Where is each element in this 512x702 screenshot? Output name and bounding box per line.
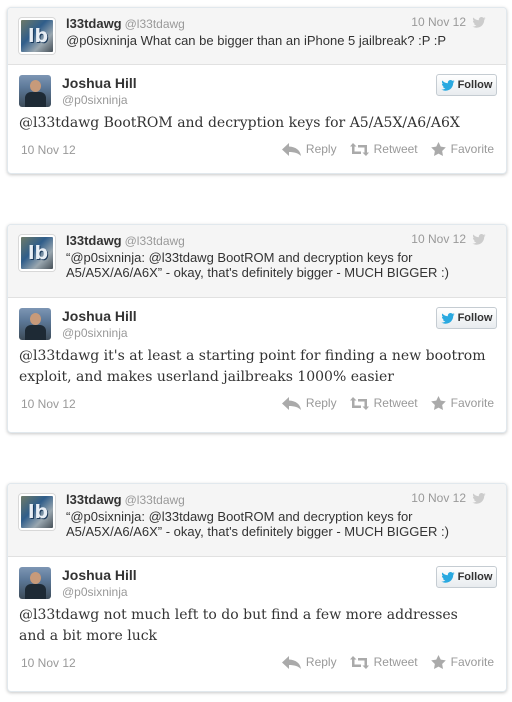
author-name[interactable]: Joshua Hill [62, 75, 137, 91]
retweet-label: Retweet [373, 396, 418, 410]
twitter-bird-icon [440, 312, 455, 324]
author-name[interactable]: Joshua Hill [62, 308, 137, 324]
twitter-bird-icon [440, 79, 455, 91]
tweet-text: @l33tdawg it's at least a starting point… [19, 348, 486, 385]
tweet-text: @l33tdawg not much left to do but find a… [19, 607, 458, 644]
reply-label: Reply [305, 655, 337, 669]
parent-author-name[interactable]: l33tdawg [66, 16, 122, 31]
main-tweet: Joshua Hill @p0sixninja Follow @l33tdawg… [8, 557, 506, 683]
reply-arrow-icon [281, 396, 301, 410]
reply-button[interactable]: Reply [281, 396, 337, 410]
reply-label: Reply [305, 396, 337, 410]
star-icon [430, 396, 446, 410]
author-avatar[interactable] [19, 75, 51, 107]
parent-tweet-date[interactable]: 10 Nov 12 [411, 15, 466, 29]
favorite-button[interactable]: Favorite [430, 396, 494, 410]
reply-button[interactable]: Reply [281, 142, 337, 156]
tweet-text: @l33tdawg BootROM and decryption keys fo… [19, 115, 460, 131]
author-avatar[interactable] [19, 567, 51, 599]
reply-label: Reply [305, 142, 337, 156]
star-icon [430, 655, 446, 669]
retweet-button[interactable]: Retweet [349, 396, 418, 410]
main-tweet: Joshua Hill @p0sixninja Follow @l33tdawg… [8, 298, 506, 424]
retweet-icon [349, 396, 369, 410]
parent-tweet-text: @p0sixninja What can be bigger than an i… [66, 33, 447, 48]
twitter-bird-icon [472, 234, 486, 245]
favorite-button[interactable]: Favorite [430, 655, 494, 669]
parent-tweet: lb l33tdawg @l33tdawg 10 Nov 12 “@p0sixni… [8, 225, 506, 298]
favorite-button[interactable]: Favorite [430, 142, 494, 156]
favorite-label: Favorite [450, 396, 494, 410]
follow-button[interactable]: Follow [436, 74, 497, 96]
main-tweet: Joshua Hill @p0sixninja Follow @l33tdawg… [8, 65, 506, 170]
parent-author-name[interactable]: l33tdawg [66, 492, 122, 507]
star-icon [430, 142, 446, 156]
follow-label: Follow [457, 79, 493, 91]
twitter-bird-icon [472, 17, 486, 28]
follow-label: Follow [457, 571, 493, 583]
author-handle[interactable]: @p0sixninja [62, 93, 128, 107]
retweet-icon [349, 655, 369, 669]
parent-author-handle[interactable]: @l33tdawg [125, 17, 185, 31]
parent-tweet-text: “@p0sixninja: @l33tdawg BootROM and decr… [66, 250, 449, 280]
parent-tweet: lb l33tdawg @l33tdawg 10 Nov 12 “@p0sixni… [8, 484, 506, 557]
retweet-button[interactable]: Retweet [349, 655, 418, 669]
retweet-label: Retweet [373, 655, 418, 669]
parent-author-handle[interactable]: @l33tdawg [125, 493, 185, 507]
author-avatar[interactable] [19, 308, 51, 340]
author-handle[interactable]: @p0sixninja [62, 326, 128, 340]
parent-tweet-text: “@p0sixninja: @l33tdawg BootROM and decr… [66, 509, 449, 539]
parent-tweet-date[interactable]: 10 Nov 12 [411, 232, 466, 246]
tweet-date[interactable]: 10 Nov 12 [21, 143, 76, 157]
parent-avatar[interactable]: lb [19, 494, 55, 530]
favorite-label: Favorite [450, 655, 494, 669]
favorite-label: Favorite [450, 142, 494, 156]
tweet-card-3: lb l33tdawg @l33tdawg 10 Nov 12 “@p0sixni… [7, 483, 507, 692]
parent-tweet: lb l33tdawg @l33tdawg 10 Nov 12 @p0sixnin… [8, 8, 506, 65]
parent-avatar[interactable]: lb [19, 18, 55, 54]
reply-arrow-icon [281, 142, 301, 156]
follow-button[interactable]: Follow [436, 566, 497, 588]
follow-button[interactable]: Follow [436, 307, 497, 329]
parent-author-name[interactable]: l33tdawg [66, 233, 122, 248]
retweet-button[interactable]: Retweet [349, 142, 418, 156]
reply-button[interactable]: Reply [281, 655, 337, 669]
retweet-label: Retweet [373, 142, 418, 156]
twitter-bird-icon [472, 493, 486, 504]
follow-label: Follow [457, 312, 493, 324]
parent-author-handle[interactable]: @l33tdawg [125, 234, 185, 248]
tweet-card-2: lb l33tdawg @l33tdawg 10 Nov 12 “@p0sixni… [7, 224, 507, 433]
parent-avatar[interactable]: lb [19, 235, 55, 271]
tweet-card-1: lb l33tdawg @l33tdawg 10 Nov 12 @p0sixnin… [7, 7, 507, 174]
reply-arrow-icon [281, 655, 301, 669]
retweet-icon [349, 142, 369, 156]
author-name[interactable]: Joshua Hill [62, 567, 137, 583]
parent-tweet-date[interactable]: 10 Nov 12 [411, 491, 466, 505]
author-handle[interactable]: @p0sixninja [62, 585, 128, 599]
tweet-date[interactable]: 10 Nov 12 [21, 397, 76, 411]
tweet-date[interactable]: 10 Nov 12 [21, 656, 76, 670]
twitter-bird-icon [440, 571, 455, 583]
